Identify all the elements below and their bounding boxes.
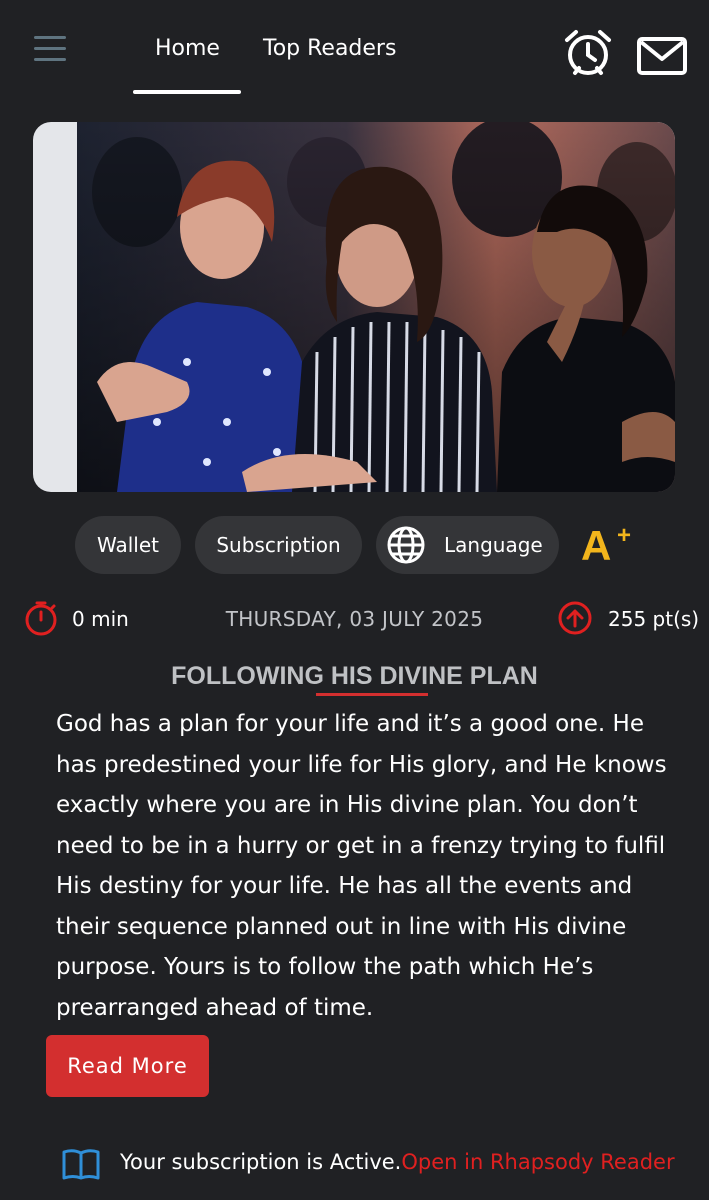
subscription-status: Your subscription is Active.Open in Rhap… (120, 1150, 675, 1174)
points-up-icon (558, 601, 592, 635)
subscription-button[interactable]: Subscription (195, 516, 362, 574)
font-size-plus: + (617, 522, 632, 549)
tab-top-readers[interactable]: Top Readers (263, 36, 396, 61)
audience-photo (77, 122, 675, 492)
read-more-button[interactable]: Read More (46, 1035, 209, 1097)
globe-icon (387, 526, 425, 564)
tab-home[interactable]: Home (155, 36, 220, 61)
mail-icon[interactable] (637, 32, 687, 82)
menu-icon[interactable] (34, 36, 70, 66)
subscription-status-text: Your subscription is Active. (120, 1150, 402, 1174)
top-nav: Home Top Readers (0, 0, 709, 100)
language-button[interactable]: Language (376, 516, 559, 574)
font-size-increase-button[interactable]: A + (581, 520, 637, 570)
font-size-letter: A (581, 522, 612, 569)
alarm-icon[interactable] (563, 28, 613, 78)
open-reader-link[interactable]: Open in Rhapsody Reader (401, 1150, 674, 1174)
points-value: 255 pt(s) (608, 607, 700, 631)
app-screen: Home Top Readers Wallet Subscription Lan… (0, 0, 709, 1200)
wallet-button[interactable]: Wallet (75, 516, 181, 574)
language-label: Language (444, 533, 543, 557)
hero-image[interactable] (33, 122, 675, 492)
book-icon (62, 1149, 100, 1180)
title-underline (316, 693, 428, 696)
article-date: THURSDAY, 03 JULY 2025 (225, 607, 484, 631)
active-tab-indicator (133, 90, 241, 94)
article-body: God has a plan for your life and it’s a … (56, 711, 667, 1021)
article-title: FOLLOWING HIS DIVINE PLAN (171, 662, 538, 690)
